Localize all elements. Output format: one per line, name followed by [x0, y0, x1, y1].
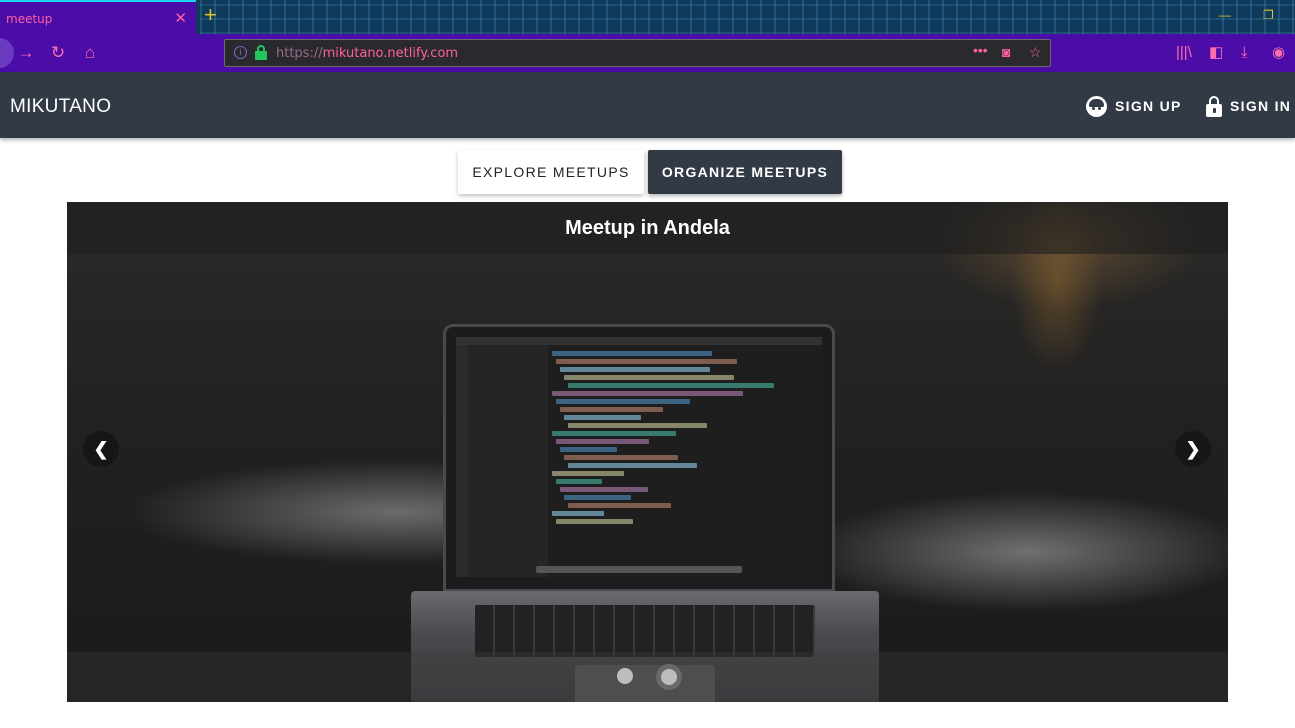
code-line	[568, 463, 697, 468]
url-host: mikutano.netlify.com	[322, 46, 459, 61]
minimize-icon[interactable]: —	[1219, 8, 1231, 22]
url-scheme: https://	[276, 46, 323, 61]
chevron-left-icon: ❮	[93, 438, 109, 459]
back-button[interactable]	[0, 38, 14, 68]
browser-tab-meetup[interactable]: meetup ✕	[0, 0, 196, 34]
code-line	[560, 447, 617, 452]
bookmark-star-icon[interactable]: ☆	[1029, 44, 1042, 61]
account-icon[interactable]: ◉	[1272, 43, 1285, 63]
home-icon[interactable]: ⌂	[80, 43, 100, 63]
code-line	[564, 455, 678, 460]
code-line	[552, 431, 676, 436]
close-icon[interactable]: ✕	[174, 9, 187, 27]
code-line	[560, 407, 664, 412]
code-line	[560, 487, 648, 492]
carousel-indicator-2[interactable]	[656, 664, 682, 690]
pocket-icon[interactable]: ◙	[1002, 44, 1010, 60]
slide-image-laptop	[443, 324, 835, 592]
code-line	[556, 399, 691, 404]
sign-up-label: SIGN UP	[1115, 98, 1182, 114]
code-line	[564, 415, 642, 420]
code-line	[556, 479, 603, 484]
sign-up-button[interactable]: SIGN UP	[1086, 94, 1182, 118]
code-line	[556, 519, 634, 524]
tab-bar-background	[200, 0, 1295, 34]
slide-title-bar: Meetup in Andela	[67, 202, 1228, 254]
slide-title: Meetup in Andela	[565, 217, 730, 239]
carousel-controls-bar	[67, 652, 1228, 702]
code-line	[552, 391, 743, 396]
code-line	[556, 439, 649, 444]
tab-title: meetup	[6, 12, 53, 26]
sign-in-button[interactable]: SIGN IN	[1206, 94, 1291, 118]
carousel-indicator-1[interactable]	[617, 668, 633, 684]
app-header: MIKUTANO SIGN UP SIGN IN	[0, 72, 1295, 138]
restore-icon[interactable]: ❐	[1263, 8, 1274, 22]
code-line	[552, 351, 712, 356]
code-line	[552, 511, 604, 516]
lock-icon[interactable]	[255, 45, 267, 60]
address-bar[interactable]: i https://mikutano.netlify.com ••• ◙ ☆	[224, 39, 1051, 67]
code-line	[568, 423, 708, 428]
download-icon[interactable]: ⤓	[1241, 43, 1248, 63]
sign-in-label: SIGN IN	[1230, 98, 1292, 114]
browser-nav-bar: → ↻ ⌂ i https://mikutano.netlify.com •••…	[0, 34, 1295, 72]
info-icon[interactable]: i	[234, 46, 247, 59]
reload-icon[interactable]: ↻	[48, 43, 68, 63]
new-tab-button[interactable]: +	[204, 3, 217, 27]
brand-logo[interactable]: MIKUTANO	[10, 96, 111, 118]
explore-meetups-button[interactable]: EXPLORE MEETUPS	[458, 150, 644, 194]
carousel-prev-button[interactable]: ❮	[83, 431, 119, 467]
code-line	[560, 367, 710, 372]
forward-icon[interactable]: →	[16, 43, 36, 63]
carousel-next-button[interactable]: ❯	[1175, 431, 1211, 467]
sidebar-icon[interactable]: ◧	[1209, 43, 1223, 63]
library-icon[interactable]: |||\	[1176, 43, 1192, 63]
face-icon	[1086, 95, 1107, 117]
chevron-right-icon: ❯	[1185, 438, 1201, 459]
code-line	[568, 383, 775, 388]
page-actions-icon[interactable]: •••	[973, 42, 988, 58]
code-line	[564, 375, 735, 380]
meetup-carousel: Meetup in Andela ❮ ❯	[67, 202, 1228, 702]
organize-meetups-button[interactable]: ORGANIZE MEETUPS	[648, 150, 842, 194]
lock-icon	[1206, 95, 1222, 117]
code-line	[552, 471, 625, 476]
url-text[interactable]: https://mikutano.netlify.com	[276, 46, 458, 61]
code-line	[564, 495, 632, 500]
code-line	[556, 359, 737, 364]
code-line	[568, 503, 672, 508]
browser-tab-bar: meetup ✕ + — ❐	[0, 0, 1295, 34]
